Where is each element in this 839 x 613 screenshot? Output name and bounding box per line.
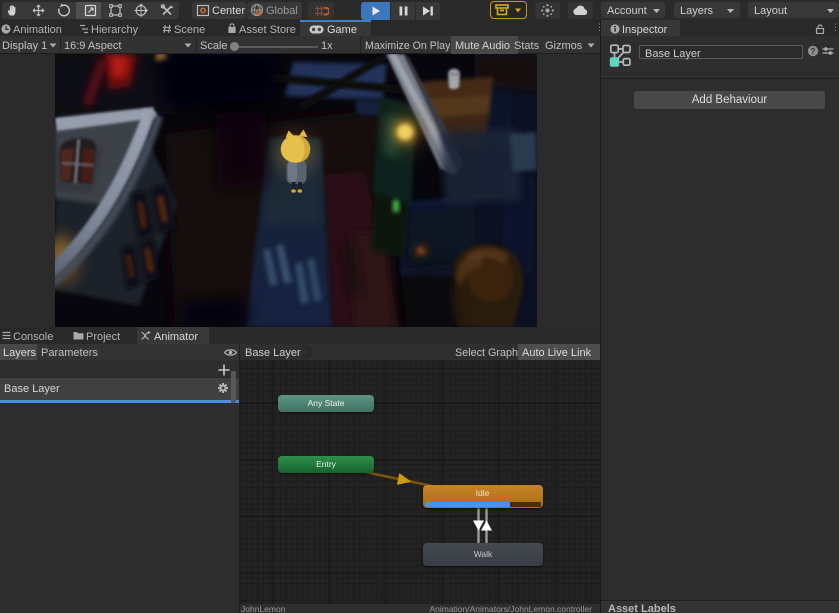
svg-text:?: ? — [811, 47, 816, 56]
